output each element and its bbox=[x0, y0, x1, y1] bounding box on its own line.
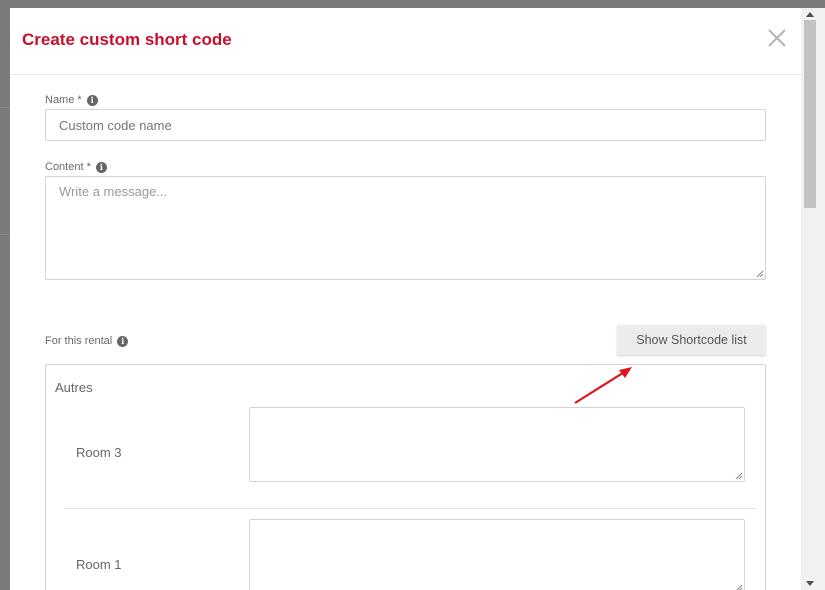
backdrop-divider bbox=[0, 107, 10, 108]
group-title: Autres bbox=[55, 380, 93, 395]
close-button[interactable] bbox=[767, 28, 787, 48]
content-placeholder: Write a message... bbox=[59, 184, 168, 199]
room-divider bbox=[64, 508, 756, 509]
rental-label-text: For this rental bbox=[45, 335, 113, 347]
modal-title: Create custom short code bbox=[22, 30, 232, 49]
modal-scrollbar[interactable] bbox=[801, 8, 825, 590]
info-icon[interactable]: i bbox=[86, 94, 98, 106]
content-label: Content * i bbox=[45, 161, 107, 173]
content-textarea[interactable]: Write a message... bbox=[45, 176, 766, 280]
show-shortcode-list-button[interactable]: Show Shortcode list bbox=[617, 325, 766, 355]
annotation-arrow-icon bbox=[574, 367, 632, 404]
close-icon bbox=[768, 29, 786, 47]
info-icon[interactable]: i bbox=[95, 161, 107, 173]
info-icon[interactable]: i bbox=[117, 335, 129, 347]
content-label-text: Content * bbox=[45, 161, 91, 173]
room-1-textarea[interactable] bbox=[249, 519, 745, 590]
scroll-up-icon[interactable] bbox=[803, 10, 817, 20]
rental-label: For this rental i bbox=[45, 335, 129, 347]
room-label: Room 1 bbox=[76, 557, 122, 572]
resize-grip-icon[interactable] bbox=[756, 270, 764, 278]
create-shortcode-modal: Create custom short code Name * i Conten… bbox=[10, 8, 801, 590]
name-input[interactable] bbox=[45, 109, 766, 141]
name-label-text: Name * bbox=[45, 94, 82, 106]
backdrop-divider bbox=[0, 234, 10, 235]
name-label: Name * i bbox=[45, 94, 98, 106]
modal-header: Create custom short code bbox=[10, 8, 801, 75]
scroll-down-icon[interactable] bbox=[803, 578, 817, 588]
scroll-thumb[interactable] bbox=[804, 20, 816, 208]
resize-grip-icon[interactable] bbox=[735, 584, 743, 590]
room-3-textarea[interactable] bbox=[249, 407, 745, 482]
room-label: Room 3 bbox=[76, 445, 122, 460]
resize-grip-icon[interactable] bbox=[735, 472, 743, 480]
rental-shortcodes-box: Autres Room 3 Room 1 bbox=[45, 364, 766, 590]
